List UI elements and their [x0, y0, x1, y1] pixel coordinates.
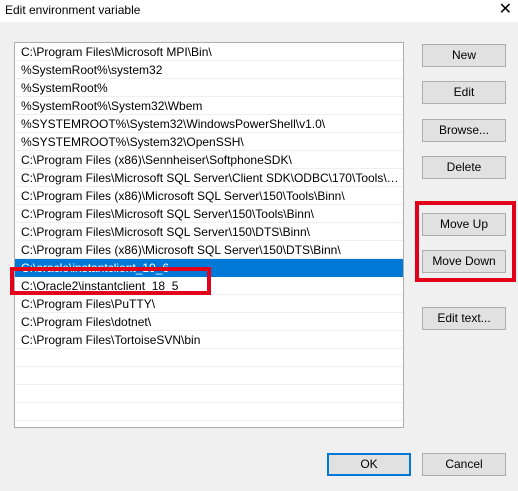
path-list[interactable]: C:\Program Files\Microsoft MPI\Bin\ %Syst… [14, 42, 404, 428]
list-item[interactable]: %SystemRoot%\System32\Wbem [15, 97, 403, 115]
list-item[interactable] [15, 367, 403, 385]
delete-button[interactable]: Delete [422, 156, 506, 179]
list-item[interactable]: C:\Program Files (x86)\Sennheiser\Softph… [15, 151, 403, 169]
edit-button[interactable]: Edit [422, 81, 506, 104]
title-bar: Edit environment variable ✕ [0, 0, 518, 22]
list-item[interactable] [15, 403, 403, 421]
edit-text-button[interactable]: Edit text... [422, 307, 506, 330]
list-item[interactable]: %SystemRoot% [15, 79, 403, 97]
list-item[interactable] [15, 349, 403, 367]
list-item[interactable]: C:\Program Files\Microsoft SQL Server\Cl… [15, 169, 403, 187]
list-item[interactable]: %SYSTEMROOT%\System32\OpenSSH\ [15, 133, 403, 151]
ok-button[interactable]: OK [327, 453, 411, 476]
list-item[interactable]: C:\Program Files\dotnet\ [15, 313, 403, 331]
window-title: Edit environment variable [5, 3, 141, 17]
list-item[interactable]: C:\Program Files (x86)\Microsoft SQL Ser… [15, 187, 403, 205]
list-item[interactable]: %SystemRoot%\system32 [15, 61, 403, 79]
cancel-button[interactable]: Cancel [422, 453, 506, 476]
list-item[interactable]: C:\Program Files\Microsoft SQL Server\15… [15, 223, 403, 241]
list-item[interactable]: C:\Program Files\Microsoft SQL Server\15… [15, 205, 403, 223]
close-icon[interactable]: ✕ [499, 0, 512, 20]
highlight-selected-path [10, 267, 211, 295]
list-item[interactable] [15, 385, 403, 403]
list-item[interactable]: %SYSTEMROOT%\System32\WindowsPowerShell\… [15, 115, 403, 133]
list-item[interactable]: C:\Program Files\Microsoft MPI\Bin\ [15, 43, 403, 61]
highlight-move-buttons [415, 201, 516, 282]
list-item[interactable]: C:\Program Files (x86)\Microsoft SQL Ser… [15, 241, 403, 259]
new-button[interactable]: New [422, 44, 506, 67]
list-item[interactable]: C:\Program Files\TortoiseSVN\bin [15, 331, 403, 349]
browse-button[interactable]: Browse... [422, 119, 506, 142]
list-item[interactable]: C:\Program Files\PuTTY\ [15, 295, 403, 313]
